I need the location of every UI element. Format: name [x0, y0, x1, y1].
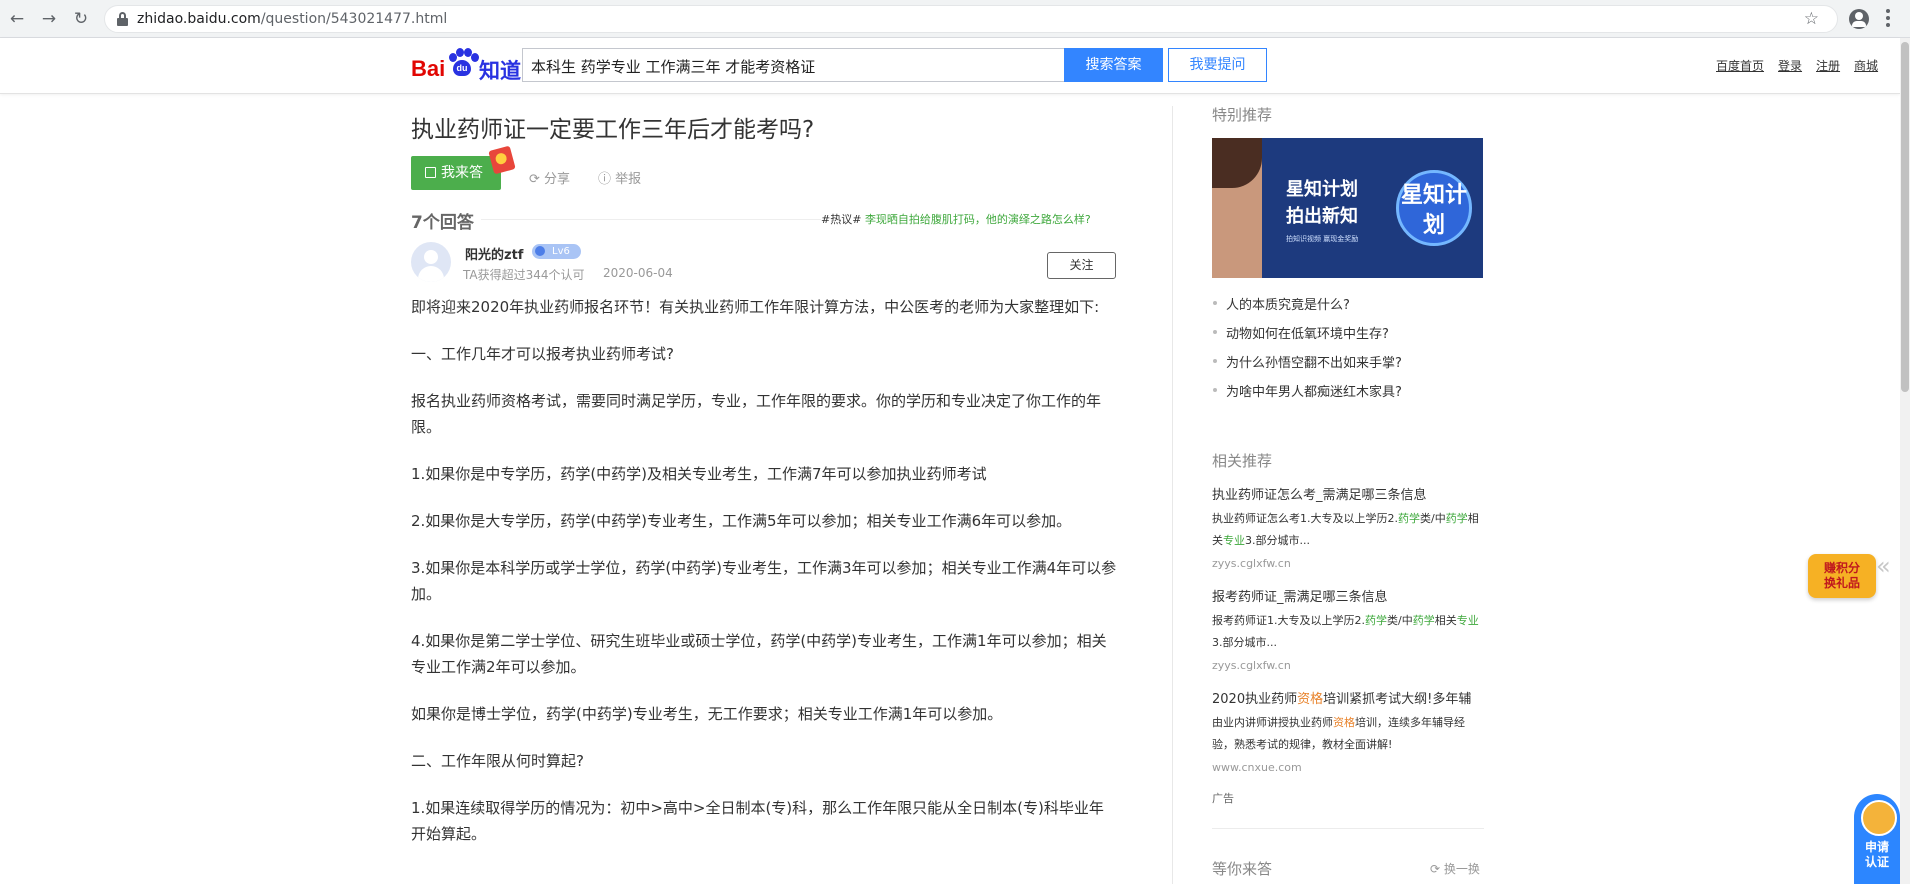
- chevron-left-icon[interactable]: «: [1876, 552, 1891, 580]
- related-title[interactable]: 执业药师证怎么考_需满足哪三条信息: [1212, 484, 1484, 508]
- banner-person-image: [1212, 138, 1262, 278]
- lock-icon: [117, 12, 128, 26]
- answer-paragraph: 报名执业药师资格考试，需要同时满足学历，专业，工作年限的要求。你的学历和专业决定…: [411, 392, 1102, 436]
- answer-button-label: 我来答: [441, 165, 483, 181]
- forward-icon[interactable]: →: [38, 8, 60, 30]
- related-list: 执业药师证怎么考_需满足哪三条信息 执业药师证怎么考1.大专及以上学历2.药学类…: [1212, 484, 1484, 806]
- related-url: zyys.cglxfw.cn: [1212, 557, 1291, 570]
- related-desc: 执业药师证怎么考1.大专及以上学历2.药学类/中药学相关专业3.部分城市...: [1212, 512, 1479, 547]
- profile-icon[interactable]: [1849, 9, 1869, 29]
- promo-banner[interactable]: 星知计划 拍出新知 拍知识视频 赢现金奖励 星知计划: [1212, 138, 1483, 278]
- column-divider: [1172, 106, 1173, 884]
- waiting-heading: 等你来答: [1212, 860, 1273, 878]
- top-links: 百度首页 登录 注册 商城: [1716, 57, 1892, 74]
- answer-paragraph: 即将迎来2020年执业药师报名环节！有关执业药师工作年限计算方法，中公医考的老师…: [411, 298, 1100, 316]
- browser-toolbar: ← → ↻ zhidao.baidu.com/question/54302147…: [0, 0, 1910, 38]
- share-link[interactable]: ⟳ 分享: [529, 168, 570, 187]
- answer-paragraph: 1.如果连续取得学历的情况为：初中>高中>全日制本(专)科，那么工作年限只能从全…: [411, 799, 1104, 843]
- link-baidu-home[interactable]: 百度首页: [1716, 59, 1764, 73]
- list-item[interactable]: 为什么孙悟空翻不出如来手掌?: [1212, 352, 1484, 381]
- answer-paragraph: 二、工作年限从何时算起?: [411, 752, 584, 770]
- hot-topic[interactable]: #热议# 李现晒自拍给腹肌打码，他的演绎之路怎么样?: [821, 211, 1091, 227]
- banner-subtext: 拍知识视频 赢现金奖励: [1286, 235, 1359, 243]
- question-title: 执业药师证一定要工作三年后才能考吗?: [411, 117, 815, 143]
- divider: [1212, 828, 1484, 829]
- earn-points-widget[interactable]: 赚积分 换礼品: [1808, 554, 1876, 598]
- answer-button[interactable]: 我来答: [411, 156, 501, 190]
- address-bar[interactable]: zhidao.baidu.com/question/543021477.html…: [104, 5, 1838, 33]
- user-meta: TA获得超过344个认可: [463, 268, 585, 282]
- list-item[interactable]: 人的本质究竟是什么?: [1212, 294, 1484, 323]
- ad-title[interactable]: 2020执业药师资格培训紧抓考试大纲!多年辅: [1212, 688, 1484, 712]
- apply-certify-widget[interactable]: 申请 认证: [1854, 794, 1900, 884]
- report-link[interactable]: ⓘ 举报: [598, 168, 641, 187]
- list-item[interactable]: 动物如何在低氧环境中生存?: [1212, 323, 1484, 352]
- logo-zhidao: 知道: [479, 60, 521, 83]
- answer-paragraph: 1.如果你是中专学历，药学(中药学)及相关专业考生，工作满7年可以参加执业药师考…: [411, 465, 987, 483]
- search-input[interactable]: 本科生 药学专业 工作满三年 才能考资格证: [522, 48, 1064, 82]
- banner-headline: 星知计划 拍出新知: [1286, 179, 1358, 227]
- answer-user-name[interactable]: 阳光的ztf: [465, 244, 523, 263]
- link-register[interactable]: 注册: [1816, 59, 1840, 73]
- url-text: zhidao.baidu.com/question/543021477.html: [137, 11, 448, 27]
- recommend-list: 人的本质究竟是什么? 动物如何在低氧环境中生存? 为什么孙悟空翻不出如来手掌? …: [1212, 294, 1484, 410]
- menu-icon[interactable]: [1886, 9, 1890, 29]
- related-item[interactable]: 执业药师证怎么考_需满足哪三条信息 执业药师证怎么考1.大专及以上学历2.药学类…: [1212, 484, 1484, 576]
- link-mall[interactable]: 商城: [1854, 59, 1878, 73]
- reload-icon[interactable]: ↻: [70, 8, 92, 30]
- ad-url: www.cnxue.com: [1212, 761, 1302, 774]
- back-icon[interactable]: ←: [6, 8, 28, 30]
- logo-du: du: [453, 60, 471, 76]
- related-heading: 相关推荐: [1212, 452, 1273, 470]
- answer-paragraph: 一、工作几年才可以报考执业药师考试?: [411, 345, 674, 363]
- answer-paragraph: 4.如果你是第二学士学位、研究生班毕业或硕士学位，药学(中药学)专业考生，工作满…: [411, 632, 1107, 676]
- related-desc: 报考药师证1.大专及以上学历2.药学类/中药学相关专业3.部分城市...: [1212, 614, 1479, 649]
- answer-paragraph: 2.如果你是大专学历，药学(中药学)专业考生，工作满5年可以参加；相关专业工作满…: [411, 512, 1072, 530]
- answer-paragraph: 3.如果你是本科学历或学士学位，药学(中药学)专业考生，工作满3年可以参加；相关…: [411, 559, 1117, 603]
- avatar[interactable]: [411, 242, 451, 282]
- bookmark-star-icon[interactable]: ☆: [1804, 9, 1819, 29]
- link-login[interactable]: 登录: [1778, 59, 1802, 73]
- scrollbar-thumb[interactable]: [1901, 42, 1909, 392]
- answer-body: 即将迎来2020年执业药师报名环节！有关执业药师工作年限计算方法，中公医考的老师…: [411, 294, 1117, 868]
- answer-date: 2020-06-04: [603, 266, 673, 280]
- swap-button[interactable]: ⟳ 换一换: [1430, 860, 1480, 877]
- related-title[interactable]: 报考药师证_需满足哪三条信息: [1212, 586, 1484, 610]
- ask-question-button[interactable]: 我要提问: [1168, 48, 1267, 82]
- red-packet-icon: [488, 145, 516, 175]
- search-button[interactable]: 搜索答案: [1064, 48, 1163, 82]
- related-item[interactable]: 报考药师证_需满足哪三条信息 报考药师证1.大专及以上学历2.药学类/中药学相关…: [1212, 586, 1484, 678]
- site-header: Bai du 知道 本科生 药学专业 工作满三年 才能考资格证 搜索答案 我要提…: [0, 38, 1900, 94]
- ad-desc: 由业内讲师讲授执业药师资格培训，连续多年辅导经验，熟悉考试的规律，教材全面讲解!: [1212, 716, 1465, 751]
- level-badge: Lv6: [532, 244, 581, 259]
- special-heading: 特别推荐: [1212, 106, 1273, 124]
- answer-paragraph: 如果你是博士学位，药学(中药学)专业考生，无工作要求；相关专业工作满1年可以参加…: [411, 705, 1003, 723]
- edit-icon: [425, 167, 436, 178]
- list-item[interactable]: 为啥中年男人都痴迷红木家具?: [1212, 381, 1484, 410]
- related-url: zyys.cglxfw.cn: [1212, 659, 1291, 672]
- answer-count: 7个回答: [411, 213, 474, 233]
- divider: [481, 219, 821, 220]
- follow-button[interactable]: 关注: [1047, 252, 1116, 279]
- ad-label: 广告: [1212, 792, 1234, 805]
- banner-logo: 星知计划: [1396, 170, 1472, 246]
- ad-item[interactable]: 2020执业药师资格培训紧抓考试大纲!多年辅 由业内讲师讲授执业药师资格培训，连…: [1212, 688, 1484, 780]
- logo-bai: Bai: [411, 56, 446, 81]
- paw-icon: du: [447, 48, 479, 78]
